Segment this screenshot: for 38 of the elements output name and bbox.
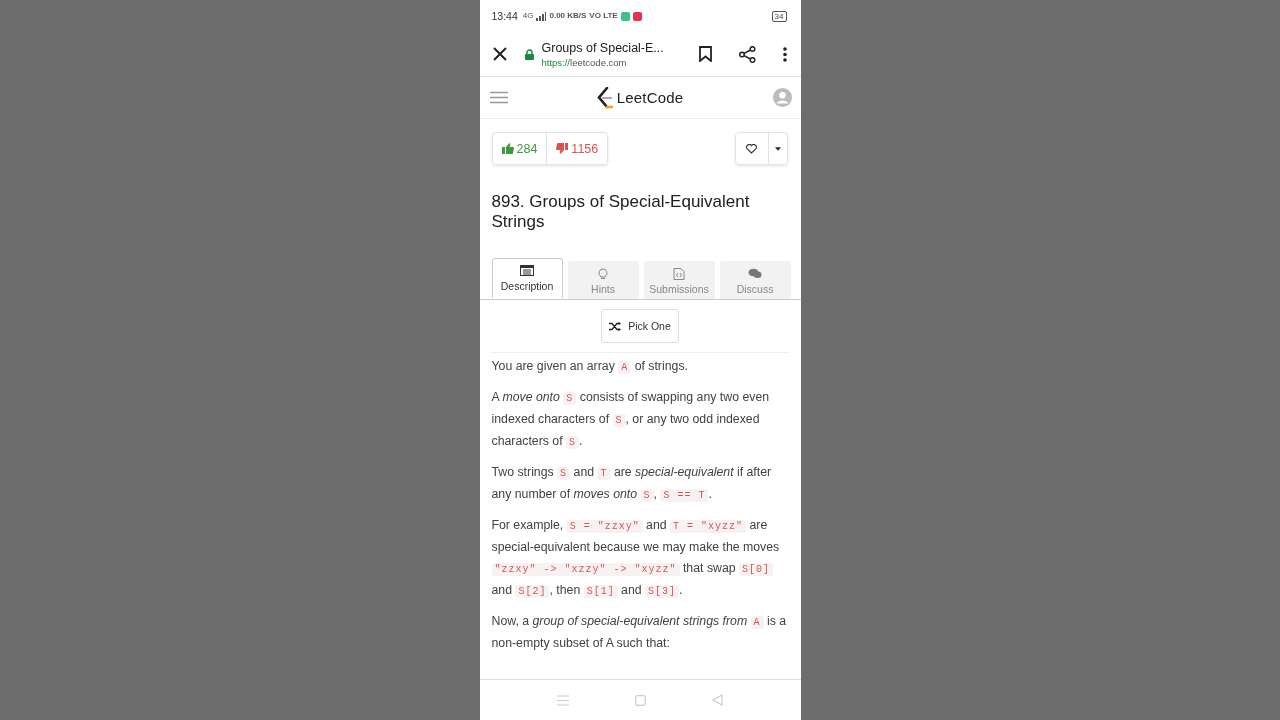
bookmark-icon[interactable] xyxy=(698,46,712,62)
tab[interactable]: Description xyxy=(491,258,563,298)
paragraph: Two strings S and T are special-equivalent if after any number of moves onto S , S == T . xyxy=(491,464,773,504)
caret-icon xyxy=(774,146,781,151)
signal-icon xyxy=(536,11,547,21)
heart-icon xyxy=(746,143,757,154)
clock-time: 13:44 xyxy=(491,10,518,22)
thumbs-up-icon xyxy=(501,143,514,154)
paragraph: You are given an array A of strings. xyxy=(491,358,689,376)
menu-icon[interactable] xyxy=(489,91,508,104)
more-options-icon[interactable] xyxy=(782,46,787,62)
network-type: 4G xyxy=(522,12,534,20)
data-speed: 0.00 KB/S xyxy=(549,12,587,20)
dislike-button[interactable]: 1156 xyxy=(547,133,608,164)
pick-one-button[interactable]: Pick One xyxy=(601,309,679,343)
tab[interactable]: Hints xyxy=(567,261,639,299)
volte-label: VO LTE xyxy=(589,12,618,20)
tab[interactable]: Submissions xyxy=(643,261,715,299)
paragraph: Now, a group of special-equivalent strings from A is a non-empty subset of A such that: xyxy=(491,613,788,652)
lightbulb-icon xyxy=(596,268,610,280)
like-button[interactable]: 284 xyxy=(492,133,548,164)
page-url: https://leetcode.com xyxy=(541,56,628,68)
shuffle-icon xyxy=(609,321,622,331)
code-file-icon xyxy=(672,268,686,280)
paragraph: For example, S = "zzxy" and T = "xyzz" are special-equivalent because we may make the moves "zzxy" -> "xzzy" -> "xyzz" that swap S[0] and S[2] , then S[1] and S[3] . xyxy=(491,517,781,600)
page-title: Groups of Special-E... xyxy=(541,40,664,55)
logo-text[interactable]: LeetCode xyxy=(616,89,684,106)
list-icon xyxy=(520,265,534,277)
tab[interactable]: Discuss xyxy=(719,261,791,299)
problem-title: 893. Groups of Special-Equivalent Strings xyxy=(491,192,751,232)
thumbs-down-icon xyxy=(556,143,569,154)
leetcode-logo-icon[interactable] xyxy=(596,86,613,109)
paragraph: A move onto S consists of swapping any two even indexed characters of S , or any two odd indexed characters of S . xyxy=(491,389,771,451)
favorite-button[interactable] xyxy=(735,133,769,164)
chat-icon xyxy=(748,268,762,280)
battery-icon: 34 xyxy=(771,10,787,22)
close-icon[interactable] xyxy=(492,47,507,61)
share-icon[interactable] xyxy=(738,45,756,63)
